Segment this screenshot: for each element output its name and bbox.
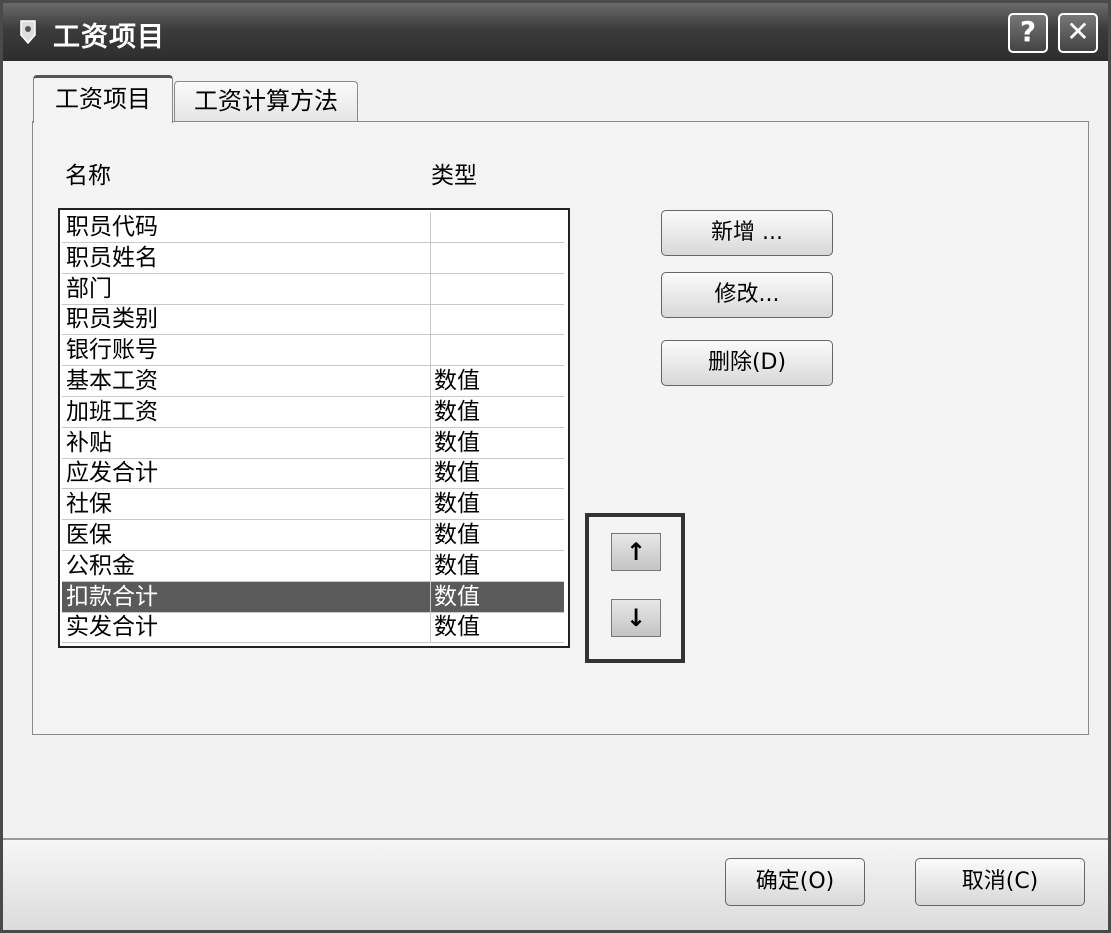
item-name: 加班工资 (66, 398, 158, 425)
tab-panel: 名称 类型 职员代码 职员姓名 部门 职员类别 银行账号 基本工资 数值 加班工资 数值 补贴 数值… (32, 121, 1089, 735)
column-divider (430, 335, 431, 366)
list-item[interactable]: 基本工资 数值 (62, 366, 564, 397)
column-divider (430, 212, 431, 242)
item-type: 数值 (434, 429, 480, 456)
item-name: 职员姓名 (66, 244, 158, 271)
edit-button[interactable]: 修改... (661, 272, 833, 318)
column-header-name: 名称 (65, 163, 111, 189)
list-item[interactable]: 补贴 数值 (62, 427, 564, 459)
item-name: 公积金 (66, 552, 135, 579)
item-name: 医保 (66, 522, 112, 548)
list-item[interactable]: 实发合计 数值 (62, 612, 564, 644)
item-type: 数值 (434, 460, 480, 487)
column-divider (430, 366, 431, 396)
dialog-body: 工资项目 工资计算方法 名称 类型 职员代码 职员姓名 部门 职员类别 银行账号 基本工资… (3, 61, 1108, 930)
arrow-up-icon: ↑ (625, 538, 647, 566)
list-item[interactable]: 医保 数值 (62, 520, 564, 551)
arrow-down-icon: ↓ (625, 604, 647, 632)
item-type: 数值 (434, 522, 480, 548)
item-name: 社保 (66, 491, 112, 518)
column-divider (430, 427, 431, 458)
item-type: 数值 (434, 398, 480, 425)
app-icon (20, 20, 36, 45)
add-button[interactable]: 新增 ... (661, 210, 833, 256)
column-divider (430, 242, 431, 273)
column-header-type: 类型 (431, 163, 477, 189)
item-name: 补贴 (66, 429, 112, 456)
window-title: 工资项目 (53, 22, 165, 53)
help-button[interactable]: ? (1008, 13, 1048, 53)
item-type: 数值 (434, 368, 480, 394)
item-name: 职员代码 (66, 214, 158, 240)
item-name: 基本工资 (66, 368, 158, 394)
list-item[interactable]: 扣款合计 数值 (62, 581, 564, 613)
item-name: 扣款合计 (66, 583, 158, 610)
close-button[interactable]: ✕ (1058, 13, 1098, 53)
item-type: 数值 (434, 491, 480, 518)
column-divider (430, 612, 431, 643)
item-type: 数值 (434, 614, 480, 641)
list-item[interactable]: 银行账号 (62, 335, 564, 367)
tab-salary-items[interactable]: 工资项目 (33, 75, 173, 123)
list-item[interactable]: 职员姓名 (62, 242, 564, 274)
column-divider (430, 273, 431, 304)
cancel-button[interactable]: 取消(C) (915, 858, 1085, 906)
tab-calculation-method[interactable]: 工资计算方法 (174, 81, 358, 123)
dialog-window: 工资项目 ? ✕ 工资项目 工资计算方法 名称 类型 职员代码职员姓名部门职员类… (0, 0, 1111, 933)
item-name: 职员类别 (66, 306, 158, 333)
item-name: 实发合计 (66, 614, 158, 641)
column-divider (430, 581, 431, 612)
item-name: 部门 (66, 275, 112, 302)
title-bar[interactable]: 工资项目 ? ✕ (3, 3, 1108, 61)
list-item[interactable]: 职员类别 (62, 304, 564, 336)
move-up-button[interactable]: ↑ (611, 533, 661, 571)
list-item[interactable]: 职员代码 (62, 212, 564, 243)
column-divider (430, 489, 431, 520)
item-name: 银行账号 (66, 337, 158, 364)
column-divider (430, 550, 431, 581)
list-item[interactable]: 部门 (62, 273, 564, 305)
list-item[interactable]: 社保 数值 (62, 489, 564, 521)
list-item[interactable]: 公积金 数值 (62, 550, 564, 582)
item-type: 数值 (434, 552, 480, 579)
reorder-group: ↑ ↓ (585, 513, 685, 663)
list-item[interactable]: 加班工资 数值 (62, 396, 564, 428)
column-divider (430, 520, 431, 550)
item-name: 应发合计 (66, 460, 158, 487)
item-type: 数值 (434, 583, 480, 610)
salary-item-list[interactable]: 职员代码 职员姓名 部门 职员类别 银行账号 基本工资 数值 加班工资 数值 补贴 数值 应发合计 数值… (58, 208, 570, 648)
move-down-button[interactable]: ↓ (611, 599, 661, 637)
dialog-footer: 确定(O) 取消(C) (3, 840, 1108, 930)
column-divider (430, 304, 431, 335)
list-item[interactable]: 应发合计 数值 (62, 458, 564, 490)
ok-button[interactable]: 确定(O) (725, 858, 865, 906)
delete-button[interactable]: 删除(D) (661, 340, 833, 386)
column-divider (430, 396, 431, 427)
column-divider (430, 458, 431, 489)
